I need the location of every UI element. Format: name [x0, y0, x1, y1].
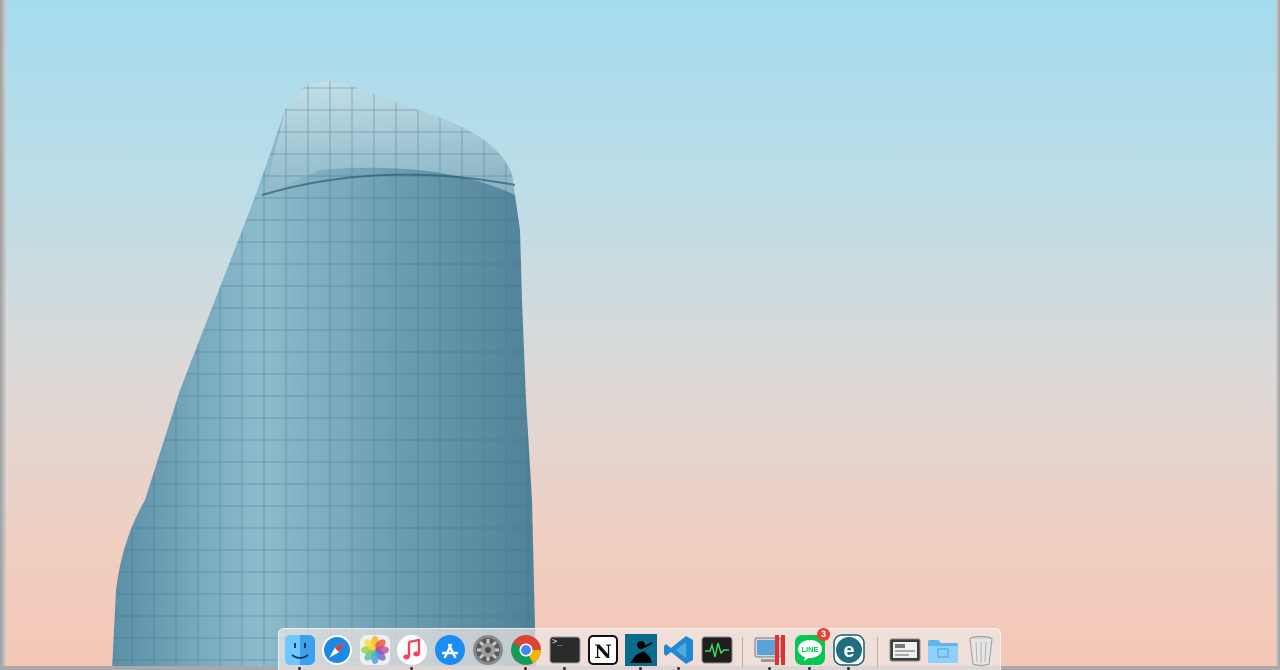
dock: >_ N LINE 3 e [278, 628, 1001, 670]
dock-separator [877, 637, 878, 667]
music-icon [397, 635, 427, 665]
dock-item-vscode[interactable] [662, 633, 696, 670]
dock-item-chrome[interactable] [509, 633, 543, 670]
kindle-icon [625, 634, 657, 666]
folder-icon [928, 640, 958, 663]
notion-icon: N [588, 635, 618, 665]
parallels-icon [754, 635, 785, 665]
notification-badge: 3 [817, 628, 830, 641]
chrome-icon [511, 635, 541, 665]
dock-item-safari[interactable] [320, 633, 354, 667]
dock-item-downloads-folder[interactable] [926, 633, 960, 667]
dock-item-photos[interactable] [358, 633, 392, 667]
dock-item-line[interactable]: LINE 3 [793, 628, 830, 670]
dock-item-notion[interactable]: N [586, 633, 620, 667]
dock-item-app-store[interactable] [433, 633, 467, 667]
dock-item-system-preferences[interactable] [471, 633, 505, 667]
dock-item-finder[interactable] [283, 633, 317, 670]
line-label: LINE [801, 645, 818, 654]
eset-letter: e [843, 640, 854, 662]
notion-letter: N [594, 641, 611, 663]
window-frame-left [0, 0, 6, 670]
eset-icon: e [833, 634, 865, 666]
dock-item-screenshot[interactable] [888, 633, 922, 667]
wallpaper-tower-image [112, 81, 536, 670]
gear-icon [473, 635, 503, 665]
dock-separator [742, 637, 743, 667]
dock-item-kindle[interactable] [624, 633, 658, 670]
trash-icon [969, 636, 993, 666]
desktop[interactable]: >_ N LINE 3 e [0, 0, 1280, 670]
safari-icon [322, 635, 352, 665]
dock-item-trash[interactable] [964, 633, 998, 667]
vscode-icon [664, 636, 693, 664]
dock-item-terminal[interactable]: >_ [548, 633, 582, 670]
app-store-icon [435, 635, 465, 665]
photos-icon [360, 635, 390, 665]
dock-item-music[interactable] [395, 633, 429, 670]
screenshot-icon [889, 638, 921, 662]
activity-monitor-icon [701, 636, 733, 664]
window-frame-right [1276, 0, 1280, 670]
finder-icon [285, 635, 315, 665]
dock-item-activity-monitor[interactable] [700, 633, 734, 667]
terminal-prompt: >_ [552, 637, 563, 647]
dock-item-parallels[interactable] [753, 633, 787, 670]
dock-item-eset[interactable]: e [832, 633, 866, 670]
